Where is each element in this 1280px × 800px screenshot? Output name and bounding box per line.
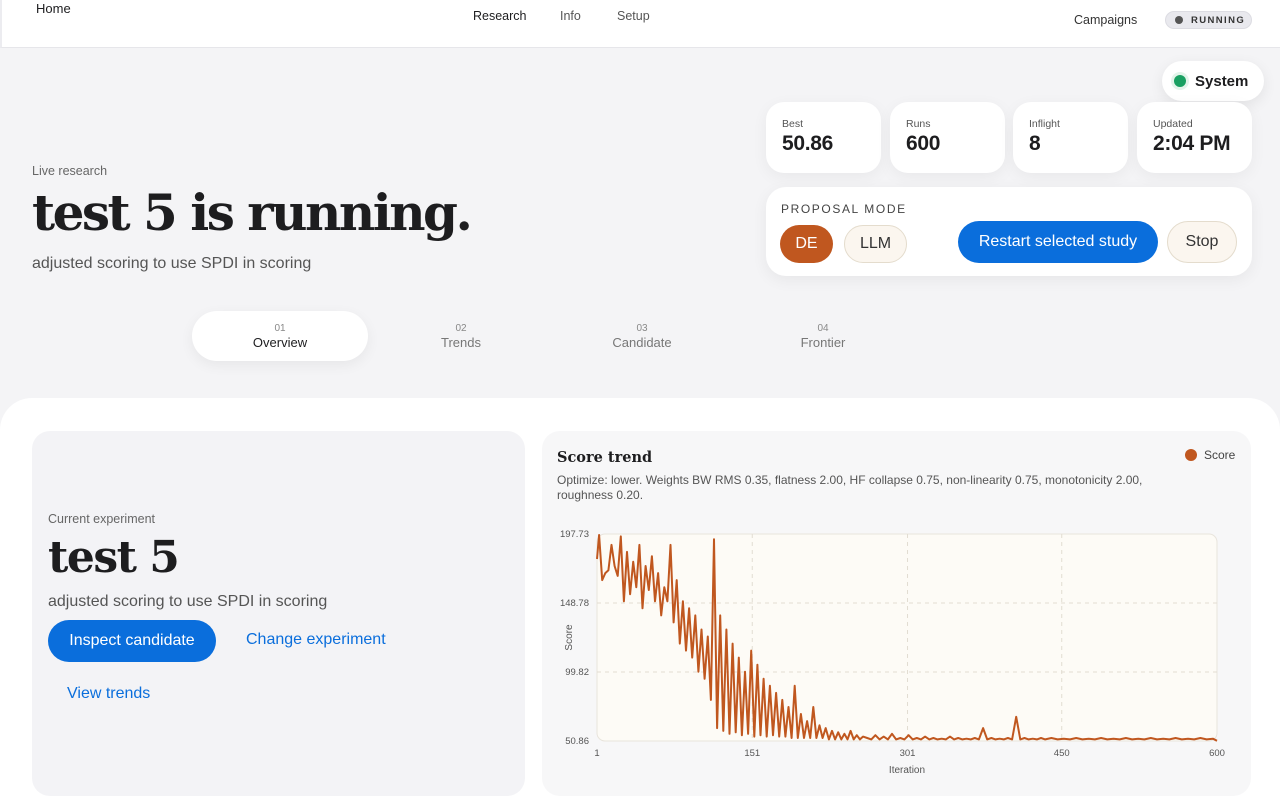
tab-label: Trends — [441, 335, 481, 350]
status-dot-icon — [1175, 16, 1183, 24]
y-tick-label: 148.78 — [560, 598, 589, 609]
y-tick-label: 197.73 — [560, 529, 589, 540]
tab-number: 01 — [274, 323, 286, 334]
stat-inflight-label: Inflight — [1029, 118, 1060, 130]
x-tick-label: 301 — [900, 748, 916, 759]
proposal-mode-card: PROPOSAL MODE DE LLM Restart selected st… — [766, 187, 1252, 276]
experiment-eyebrow: Current experiment — [48, 512, 155, 526]
tab-label: Overview — [252, 335, 308, 350]
tab-number: 02 — [455, 323, 467, 334]
status-text: RUNNING — [1191, 14, 1246, 26]
experiment-title: test 5 — [48, 532, 180, 583]
stat-runs-card: Runs 600 — [890, 102, 1005, 173]
mode-llm-button[interactable]: LLM — [844, 225, 907, 263]
system-label: System — [1195, 72, 1249, 90]
system-status-button[interactable]: System — [1162, 61, 1264, 101]
change-experiment-link[interactable]: Change experiment — [246, 631, 386, 649]
tab-label: Candidate — [612, 335, 672, 350]
experiment-subtitle: adjusted scoring to use SPDI in scoring — [48, 593, 328, 610]
y-axis-label: Score — [564, 624, 575, 651]
tab-trends[interactable]: 02 Trends — [373, 311, 549, 361]
x-tick-label: 600 — [1209, 748, 1225, 759]
stat-updated-value: 2:04 PM — [1153, 132, 1231, 155]
tab-number: 04 — [817, 323, 829, 334]
tab-number: 03 — [636, 323, 648, 334]
nav-info[interactable]: Info — [560, 9, 581, 23]
hero-eyebrow: Live research — [32, 164, 108, 178]
system-online-dot-icon — [1174, 75, 1186, 87]
stop-button[interactable]: Stop — [1167, 221, 1237, 263]
stat-best-label: Best — [782, 118, 804, 130]
proposal-mode-label: PROPOSAL MODE — [781, 202, 907, 216]
stat-runs-value: 600 — [906, 132, 941, 155]
tab-overview[interactable]: 01 Overview — [192, 311, 368, 361]
stat-updated-card: Updated 2:04 PM — [1137, 102, 1252, 173]
restart-study-button[interactable]: Restart selected study — [958, 221, 1158, 263]
stat-runs-label: Runs — [906, 118, 931, 130]
x-tick-label: 1 — [594, 748, 599, 759]
mode-de-button[interactable]: DE — [780, 225, 833, 263]
tab-label: Frontier — [800, 335, 846, 350]
stat-updated-label: Updated — [1153, 118, 1193, 130]
x-axis-label: Iteration — [889, 765, 925, 776]
tab-frontier[interactable]: 04 Frontier — [735, 311, 911, 361]
tab-candidate[interactable]: 03 Candidate — [554, 311, 730, 361]
nav-research[interactable]: Research — [473, 9, 527, 23]
stat-inflight-value: 8 — [1029, 132, 1041, 155]
current-experiment-card: Current experiment test 5 adjusted scori… — [32, 431, 525, 796]
stat-inflight-card: Inflight 8 — [1013, 102, 1128, 173]
page-subtitle: adjusted scoring to use SPDI in scoring — [32, 255, 312, 272]
x-tick-label: 151 — [744, 748, 760, 759]
y-tick-label: 99.82 — [565, 667, 589, 678]
running-status-badge: RUNNING — [1165, 11, 1252, 29]
view-trends-link[interactable]: View trends — [67, 685, 150, 703]
stat-best-value: 50.86 — [782, 132, 834, 155]
page-title: test 5 is running. — [32, 183, 473, 242]
score-trend-chart: 1 151 301 450 600 197.73 148.78 99.82 50.86 Itera… — [560, 529, 1225, 776]
top-navigation-bar: Home Research Info Setup Campaigns RUNNI… — [0, 0, 1280, 48]
x-tick-label: 450 — [1054, 748, 1070, 759]
score-trend-card: Score trend Optimize: lower. Weights BW … — [542, 431, 1251, 796]
home-link[interactable]: Home — [36, 1, 71, 16]
y-tick-label: 50.86 — [565, 736, 589, 747]
nav-setup[interactable]: Setup — [617, 9, 650, 23]
stat-best-card: Best 50.86 — [766, 102, 881, 173]
inspect-candidate-button[interactable]: Inspect candidate — [48, 620, 216, 662]
nav-campaigns[interactable]: Campaigns — [1074, 13, 1137, 27]
